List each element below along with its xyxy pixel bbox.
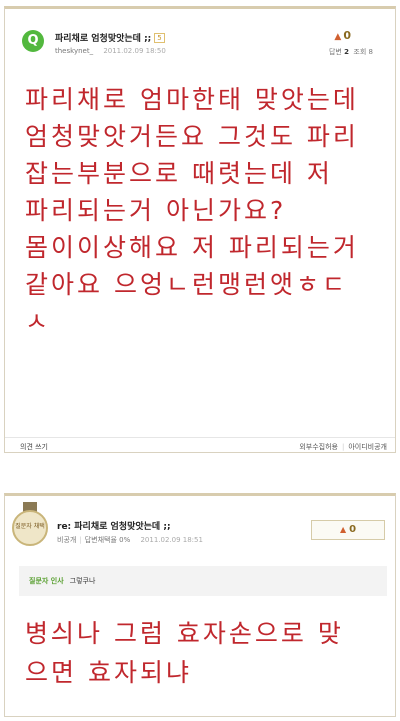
- body-line: 엄청맞앗거든요 그것도 파리: [25, 122, 359, 151]
- answer-card: 질문자 채택 re: 파리채로 엄청맞앗는데 ;; 비공개 | 답변채택율 0% 2…: [4, 493, 396, 717]
- answer-author: 비공개: [57, 536, 77, 544]
- question-options: 외부수집허용 | 아이디비공개: [299, 442, 387, 452]
- answer-vote-count: 0: [349, 524, 357, 535]
- answers-label: 답변: [328, 48, 342, 56]
- question-body: 파리채로 엄마한태 맞앗는데 엄청맞앗거든요 그것도 파리 잡는부분으로 때렷는…: [25, 81, 395, 340]
- answer-body: 병싀나 그럼 효자손으로 맞 으면 효자되냐: [25, 614, 344, 692]
- body-line: 병싀나 그럼 효자손으로 맞: [25, 619, 344, 648]
- body-line: 몸이이상해요 저 파리되는거: [25, 233, 359, 262]
- body-line: 같아요 으엉ㄴ런맹런앳ㅎㄷ: [25, 270, 348, 299]
- answer-vote-button[interactable]: ▲ 0: [311, 520, 385, 540]
- answer-title[interactable]: re: 파리채로 엄청맞앗는데 ;;: [57, 519, 171, 532]
- thumbs-up-icon: ▲: [339, 525, 347, 534]
- body-line: 으면 효자되냐: [25, 658, 192, 687]
- body-line: ㅅ: [25, 307, 52, 336]
- question-card: Q 파리채로 엄청맞앗는데 ;; 5 theskynet_ 2011.02.09 …: [4, 6, 396, 453]
- selected-answer-badge: 질문자 채택: [12, 510, 48, 546]
- body-line: 파리되는거 아닌가요?: [25, 196, 287, 225]
- anonymous-id-option[interactable]: 아이디비공개: [348, 443, 387, 451]
- medal-icon: 질문자 채택: [11, 502, 49, 550]
- question-icon: Q: [22, 30, 44, 52]
- external-collection-option[interactable]: 외부수집허용: [299, 443, 338, 451]
- write-opinion-link[interactable]: 의견 쓰기: [20, 442, 48, 452]
- vote-value: 0: [343, 29, 351, 42]
- question-stats: 답변 2 조회 8: [329, 47, 373, 57]
- asker-greeting: 질문자 인사 그렇쿠나: [19, 566, 387, 596]
- thumbs-up-icon: ▲: [334, 32, 342, 42]
- body-line: 잡는부분으로 때렷는데 저: [25, 159, 333, 188]
- answers-count: 2: [344, 48, 349, 56]
- greeting-label: 질문자 인사: [29, 577, 64, 585]
- post-date: 2011.02.09 18:50: [103, 47, 166, 55]
- greeting-text: 그렇쿠나: [69, 577, 96, 585]
- author-name[interactable]: theskynet_: [55, 47, 93, 55]
- question-title[interactable]: 파리채로 엄청맞앗는데 ;; 5: [55, 31, 165, 44]
- divider: |: [79, 536, 82, 544]
- vote-count[interactable]: ▲ 0: [334, 29, 351, 42]
- answer-rate: 답변채택율 0%: [84, 536, 131, 544]
- answer-date: 2011.02.09 18:51: [140, 536, 203, 544]
- answer-meta: 비공개 | 답변채택율 0% 2011.02.09 18:51: [57, 535, 203, 545]
- views-label: 조회: [353, 48, 367, 56]
- section-separator: [0, 454, 400, 490]
- question-footer: 의견 쓰기 외부수집허용 | 아이디비공개: [5, 437, 395, 451]
- body-line: 파리채로 엄마한태 맞앗는데: [25, 85, 359, 114]
- divider: |: [342, 443, 345, 451]
- views-count: 8: [368, 48, 373, 56]
- question-title-text[interactable]: 파리채로 엄청맞앗는데 ;;: [55, 34, 151, 44]
- bounty-badge: 5: [154, 33, 165, 43]
- question-meta: theskynet_ 2011.02.09 18:50: [55, 47, 166, 55]
